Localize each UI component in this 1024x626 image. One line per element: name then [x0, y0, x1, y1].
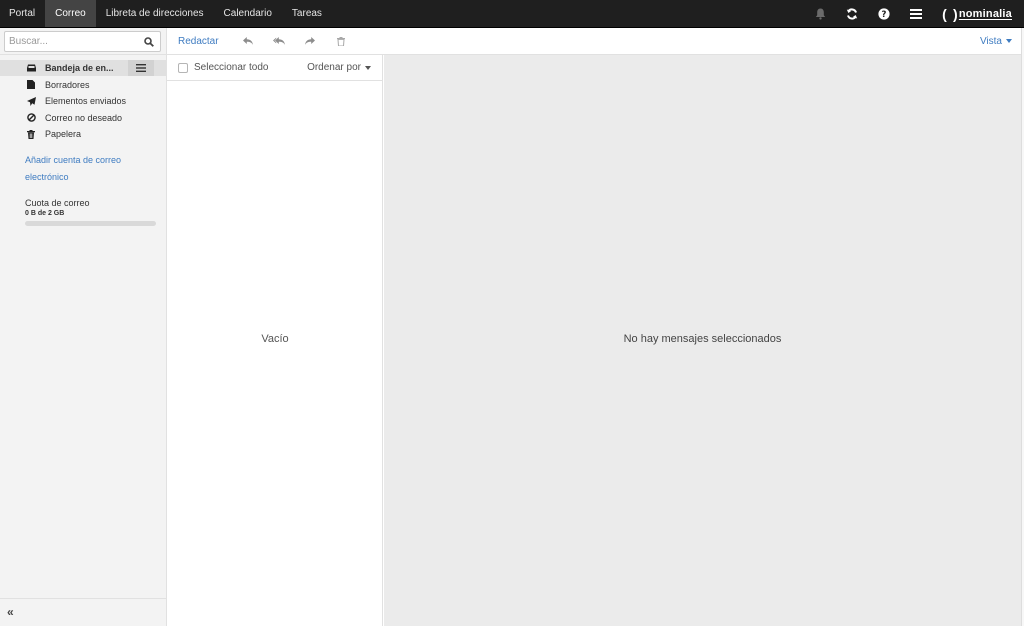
divider [0, 54, 167, 55]
folder-sent[interactable]: Elementos enviados [0, 93, 166, 109]
add-account-link[interactable]: Añadir cuenta de correo electrónico [25, 152, 145, 185]
folder-drafts[interactable]: Borradores [0, 77, 166, 93]
bell-icon[interactable] [804, 0, 836, 28]
folder-trash[interactable]: Papelera [0, 126, 166, 142]
search-input[interactable] [5, 32, 140, 51]
reply-all-icon[interactable] [264, 31, 295, 51]
refresh-icon[interactable] [836, 0, 868, 28]
send-icon [22, 96, 40, 106]
empty-list-message: Vacío [261, 333, 289, 345]
folder-junk[interactable]: Correo no deseado [0, 110, 166, 126]
no-selection-message: No hay mensajes seleccionados [623, 333, 782, 345]
delete-icon[interactable] [326, 31, 357, 51]
view-dropdown[interactable]: Vista [980, 36, 1012, 47]
collapse-sidebar-button[interactable]: « [7, 605, 14, 619]
folder-menu-button[interactable] [128, 60, 154, 76]
sort-label: Ordenar por [307, 62, 361, 73]
select-all-label[interactable]: Seleccionar todo [194, 62, 269, 73]
help-icon[interactable]: ? [868, 0, 900, 28]
inbox-icon [22, 64, 40, 72]
search-icon[interactable] [140, 33, 158, 51]
top-navigation-bar: Portal Correo Libreta de direcciones Cal… [0, 0, 1024, 28]
draft-icon [22, 80, 40, 89]
nav-calendario[interactable]: Calendario [214, 0, 282, 27]
quota-label: Cuota de correo [25, 198, 90, 208]
sort-dropdown[interactable]: Ordenar por [307, 62, 371, 73]
search-box [4, 31, 161, 52]
forward-icon[interactable] [295, 31, 326, 51]
quota-value: 0 B de 2 GB [25, 210, 65, 217]
top-actions: ? ( ) nominalia [804, 0, 1024, 28]
message-list-header: Seleccionar todo Ordenar por [167, 55, 382, 81]
message-list: Seleccionar todo Ordenar por Vacío [167, 55, 383, 626]
folder-inbox[interactable]: Bandeja de en... [0, 60, 166, 76]
mail-toolbar: Redactar Vista [167, 28, 1024, 55]
nav-portal[interactable]: Portal [0, 0, 45, 27]
chevron-down-icon [1006, 39, 1012, 43]
menu-icon[interactable] [900, 0, 932, 28]
preview-pane: No hay mensajes seleccionados [384, 55, 1021, 626]
svg-text:?: ? [882, 10, 887, 20]
sidebar: Bandeja de en... Borradores Elementos en… [0, 28, 167, 626]
nav-libreta[interactable]: Libreta de direcciones [96, 0, 214, 27]
reply-icon[interactable] [233, 31, 264, 51]
brand-logo: ( ) nominalia [942, 6, 1012, 22]
select-all-checkbox[interactable] [178, 62, 188, 73]
nav-tareas[interactable]: Tareas [282, 0, 332, 27]
chevron-down-icon [365, 65, 371, 70]
folder-list: Bandeja de en... Borradores Elementos en… [0, 60, 166, 143]
trash-icon [22, 129, 40, 139]
app-nav: Portal Correo Libreta de direcciones Cal… [0, 0, 332, 27]
divider [0, 598, 166, 599]
ban-icon [22, 113, 40, 122]
nav-correo[interactable]: Correo [45, 0, 96, 27]
compose-button[interactable]: Redactar [178, 36, 219, 47]
quota-bar [25, 221, 156, 226]
view-label: Vista [979, 35, 1002, 47]
